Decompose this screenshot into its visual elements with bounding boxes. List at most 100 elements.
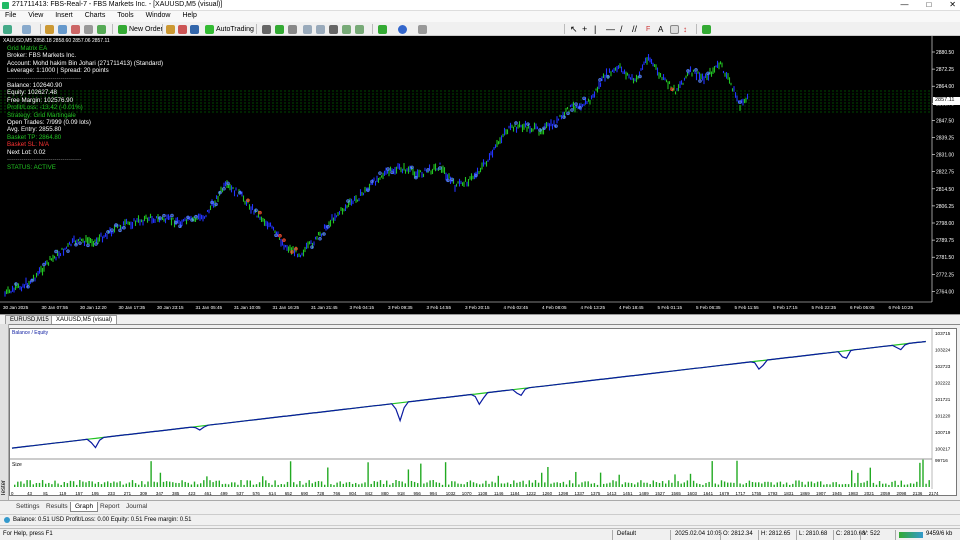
menu-insert[interactable]: Insert: [50, 11, 78, 20]
size-bar: [866, 480, 868, 487]
data-window-button[interactable]: [58, 24, 67, 34]
autotrading-button[interactable]: AutoTrading: [205, 24, 254, 34]
menu-help[interactable]: Help: [177, 11, 201, 20]
size-bar: [305, 482, 307, 487]
size-bar: [187, 482, 189, 487]
templates-button[interactable]: [418, 24, 427, 34]
tab-results[interactable]: Results: [42, 502, 72, 512]
time-axis-label: 5 Feb 17:15: [773, 305, 798, 310]
zoom-in-button[interactable]: [303, 24, 312, 34]
autoscroll-button[interactable]: [342, 24, 351, 34]
candlestick-button[interactable]: [275, 24, 284, 34]
ea-info-line: Equity: 102627.48: [7, 89, 57, 97]
line-chart-button[interactable]: [288, 24, 297, 34]
channel-button[interactable]: //: [632, 24, 637, 34]
graph-y-label: 102222: [935, 381, 951, 386]
tile-button[interactable]: [329, 24, 338, 34]
size-bar: [138, 484, 140, 487]
vertical-line-button[interactable]: |: [594, 24, 596, 34]
trade-marker-dot: [43, 264, 45, 265]
graph-x-label: 614: [269, 491, 277, 496]
tester-button[interactable]: [97, 24, 106, 34]
size-bar: [541, 472, 543, 487]
tab-graph[interactable]: Graph: [70, 502, 99, 512]
size-bar: [745, 482, 747, 487]
menu-tools[interactable]: Tools: [112, 11, 138, 20]
navigator-icon: [71, 24, 80, 34]
new-order-button[interactable]: New Order: [118, 24, 163, 34]
zoom-out-button[interactable]: [316, 24, 325, 34]
menu-window[interactable]: Window: [141, 11, 176, 20]
tab-settings[interactable]: Settings: [12, 502, 44, 512]
bar-chart-button[interactable]: [262, 24, 271, 34]
indicators-button[interactable]: [378, 24, 387, 34]
signals-button[interactable]: [190, 24, 199, 34]
tab-report[interactable]: Report: [96, 502, 124, 512]
text-button[interactable]: A: [658, 24, 663, 34]
ea-info-line: Avg. Entry: 2855.80: [7, 126, 62, 134]
graph-x-label: 309: [140, 491, 148, 496]
tab-journal[interactable]: Journal: [122, 502, 151, 512]
cursor-button[interactable]: ↖: [570, 24, 578, 34]
size-bar: [227, 484, 230, 487]
size-bar: [584, 481, 586, 487]
navigator-button[interactable]: [71, 24, 80, 34]
size-bar: [925, 483, 927, 487]
size-bar: [832, 482, 834, 487]
size-bar: [38, 482, 41, 487]
size-bar: [680, 483, 682, 487]
size-bar: [156, 482, 158, 487]
size-bar: [494, 482, 496, 487]
label-button[interactable]: [670, 24, 679, 34]
crosshair-button[interactable]: +: [582, 24, 587, 34]
graph-x-label: 2021: [864, 491, 874, 496]
size-bar: [88, 481, 90, 487]
trade-marker-dot: [739, 101, 741, 103]
expert-button[interactable]: [178, 24, 187, 34]
metaeditor-button[interactable]: [166, 24, 175, 34]
size-bar: [634, 484, 636, 487]
size-bar: [841, 484, 844, 487]
size-bar: [355, 482, 357, 487]
title-bar: 271711413: FBS-Real-7 - FBS Markets Inc.…: [0, 0, 960, 11]
menu-view[interactable]: View: [23, 11, 48, 20]
graph-x-label: 157: [75, 491, 83, 496]
graph-y-label: 101220: [935, 414, 951, 419]
price-axis-label: 2839.25: [936, 136, 954, 142]
new-chart-button[interactable]: [3, 24, 12, 34]
indicators-icon: [378, 24, 387, 34]
size-bar: [175, 482, 177, 487]
fibonacci-button[interactable]: F: [646, 24, 650, 34]
chart-shift-button[interactable]: [355, 24, 364, 34]
maximize-button[interactable]: □: [926, 0, 931, 9]
terminal-button[interactable]: [84, 24, 93, 34]
arrows-button[interactable]: ↕: [683, 24, 687, 34]
size-bar: [544, 482, 546, 487]
menu-charts[interactable]: Charts: [80, 11, 111, 20]
time-axis-label: 3 Feb 09:35: [388, 305, 413, 310]
price-axis-label: 2880.50: [936, 50, 954, 56]
price-chart[interactable]: 2880.502872.252864.002855.752847.502839.…: [0, 36, 960, 314]
m1-button[interactable]: [702, 24, 711, 34]
profile-name[interactable]: Default: [617, 531, 636, 537]
size-bar: [739, 483, 741, 487]
graph-x-label: 1869: [800, 491, 810, 496]
size-bar: [758, 482, 760, 487]
trade-marker-dot: [67, 250, 69, 252]
horizontal-line-button[interactable]: —: [606, 24, 615, 34]
menu-file[interactable]: File: [0, 11, 21, 20]
profiles-button[interactable]: [22, 24, 31, 34]
trendline-button[interactable]: /: [620, 24, 623, 34]
tester-side-tab[interactable]: Tester: [0, 324, 9, 500]
time-axis-label: 4 Feb 02:45: [504, 305, 529, 310]
minimize-button[interactable]: —: [900, 0, 908, 9]
size-bar: [534, 480, 537, 487]
ea-info-line: Basket TP: 2864.80: [7, 133, 62, 141]
size-bar: [665, 483, 667, 487]
close-button[interactable]: ✕: [949, 0, 956, 9]
market-watch-button[interactable]: [45, 24, 54, 34]
size-bar: [894, 480, 896, 487]
size-bar: [407, 469, 410, 487]
trade-marker-dot: [123, 227, 125, 229]
periods-button[interactable]: [398, 24, 407, 34]
